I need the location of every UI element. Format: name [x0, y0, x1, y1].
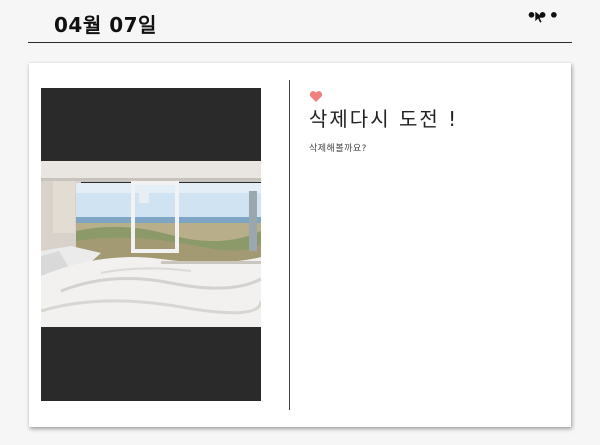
heart-icon[interactable]: [309, 90, 323, 103]
page-title: 04월 07일: [54, 13, 157, 37]
diary-description: 삭제해볼까요?: [309, 144, 367, 154]
diary-card: 삭제다시 도전 ! 삭제해볼까요?: [29, 63, 571, 427]
content-divider: [289, 80, 290, 410]
photo-frame: [41, 88, 261, 401]
diary-photo[interactable]: [41, 161, 261, 327]
page-header: 04월 07일 •••: [28, 0, 572, 43]
more-options-button[interactable]: •••: [526, 6, 560, 25]
diary-title: 삭제다시 도전 !: [309, 107, 459, 131]
